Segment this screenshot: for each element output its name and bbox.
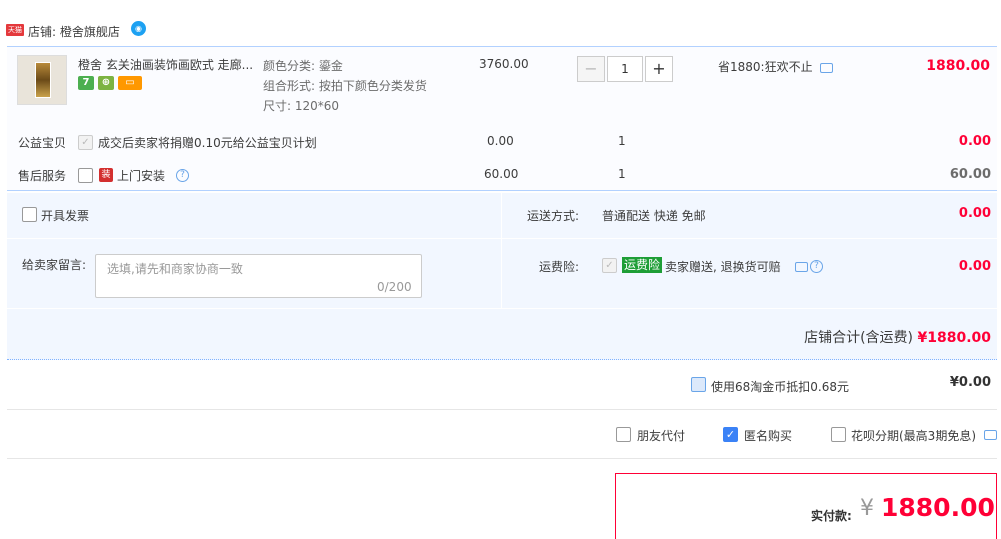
service-price: 60.00 <box>484 167 519 181</box>
anonymous-checkbox[interactable]: ✓ <box>723 427 738 442</box>
huabei-label[interactable]: 花呗分期(最高3期免息) <box>851 427 976 444</box>
shop-total: 店铺合计(含运费) ¥1880.00 <box>804 327 991 347</box>
anonymous-label[interactable]: 匿名购买 <box>744 427 792 444</box>
friend-pay-checkbox[interactable] <box>616 427 631 442</box>
install-text: 上门安装 <box>117 169 166 183</box>
quantity-increase-button[interactable]: + <box>645 56 673 82</box>
help-icon[interactable]: ? <box>176 169 189 182</box>
friend-pay-label[interactable]: 朋友代付 <box>637 427 685 444</box>
insurance-tag: 运费险 <box>622 257 663 273</box>
charity-price: 0.00 <box>487 134 514 148</box>
divider <box>7 458 997 459</box>
service-amount: 60.00 <box>949 167 991 182</box>
quantity-decrease-button[interactable]: − <box>577 56 605 82</box>
insurance-amount: 0.00 <box>958 259 991 274</box>
message-icon[interactable] <box>984 430 997 440</box>
coins-checkbox[interactable] <box>691 377 706 392</box>
coins-label[interactable]: 使用68淘金币抵扣0.68元 <box>711 378 849 395</box>
insurance-label: 运费险: <box>539 260 580 274</box>
insurance-text: 卖家赠送, 退换货可赔 <box>665 260 781 274</box>
unit-price: 3760.00 <box>479 57 529 71</box>
product-title[interactable]: 橙舍 玄关油画装饰画欧式 走廊... <box>78 56 253 73</box>
divider <box>7 238 997 239</box>
charity-label: 公益宝贝 <box>18 136 67 150</box>
coins-amount: ¥0.00 <box>949 375 991 390</box>
charity-checkbox[interactable]: ✓ <box>78 135 93 150</box>
memo-placeholder: 选填,请先和商家协商一致 <box>107 262 243 276</box>
divider <box>7 409 997 410</box>
payment-label: 实付款: <box>811 509 852 523</box>
help-icon[interactable]: ? <box>810 260 823 273</box>
insurance-checkbox[interactable]: ✓ <box>602 258 617 273</box>
shop-name[interactable]: 店铺: 橙舍旗舰店 <box>28 23 120 40</box>
shop-total-amount: ¥1880.00 <box>917 330 991 346</box>
charity-qty: 1 <box>618 134 626 148</box>
invoice-checkbox[interactable] <box>22 207 37 222</box>
charity-amount: 0.00 <box>958 134 991 149</box>
memo-label: 给卖家留言: <box>22 258 87 272</box>
divider <box>7 308 997 309</box>
payment-amount: 1880.00 <box>881 493 995 522</box>
shop-total-label: 店铺合计(含运费) <box>804 330 914 346</box>
shipping-label: 运送方式: <box>527 209 580 223</box>
divider <box>501 193 502 308</box>
product-thumbnail[interactable] <box>17 55 67 105</box>
chat-bubble-icon[interactable]: ◉ <box>131 21 146 36</box>
promo-text: 省1880:狂欢不止 <box>718 60 813 74</box>
charity-text: 成交后卖家将捐赠0.10元给公益宝贝计划 <box>98 136 317 150</box>
message-icon[interactable] <box>820 63 833 73</box>
service-qty: 1 <box>618 167 626 181</box>
memo-char-count: 0/200 <box>377 280 412 294</box>
credit-card-icon: ▭ <box>118 76 142 90</box>
shipping-amount: 0.00 <box>958 206 991 221</box>
invoice-label[interactable]: 开具发票 <box>41 207 89 224</box>
install-checkbox[interactable] <box>78 168 93 183</box>
service-label: 售后服务 <box>18 169 67 183</box>
shipping-method: 普通配送 快递 免邮 <box>602 209 706 223</box>
item-subtotal: 1880.00 <box>926 58 990 74</box>
prop-size: 尺寸: 120*60 <box>263 99 340 113</box>
prop-color: 颜色分类: 鎏金 <box>263 59 343 73</box>
install-service-icon: 装 <box>99 168 113 182</box>
huabei-checkbox[interactable] <box>831 427 846 442</box>
guarantee-icon: ⊕ <box>98 76 114 90</box>
prop-combo: 组合形式: 按拍下颜色分类发货 <box>263 79 427 93</box>
tmall-logo: 天猫 <box>6 24 24 36</box>
message-icon[interactable] <box>795 262 808 272</box>
quantity-input[interactable]: 1 <box>607 56 643 82</box>
currency-symbol: ¥ <box>860 496 874 521</box>
seven-day-return-icon: 7 <box>78 76 94 90</box>
